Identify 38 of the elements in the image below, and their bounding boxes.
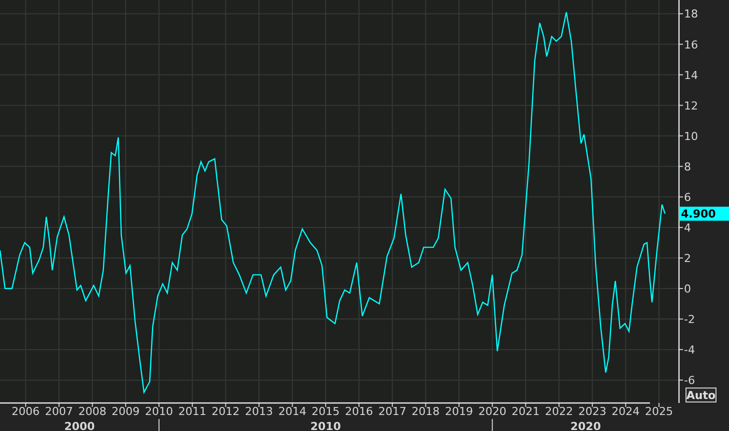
y-axis-label: -6 [684, 374, 695, 388]
x-axis-label: 2015 [312, 405, 340, 418]
x-axis-label: 2023 [578, 405, 606, 418]
y-axis-label: 18 [684, 8, 698, 21]
y-axis-label: 10 [684, 130, 698, 143]
y-axis-label: 4 [684, 221, 691, 234]
y-axis-label: 16 [684, 38, 698, 52]
y-axis-label: -4 [684, 344, 695, 357]
x-axis-label: 2017 [378, 405, 406, 418]
x-axis-label: 2006 [12, 405, 40, 418]
y-axis-label: 2 [684, 252, 691, 265]
x-axis-label: 2018 [412, 405, 440, 418]
y-axis-label: 0 [684, 282, 691, 296]
x-axis-label: 2025 [645, 405, 673, 418]
y-axis-label: 6 [684, 190, 691, 204]
x-axis-label: 2013 [245, 405, 273, 418]
x-axis-label: 2024 [612, 405, 640, 418]
x-axis-label: 2020 [478, 405, 506, 418]
x-axis-label: 2019 [445, 405, 473, 418]
x-axis-label: 2010 [145, 405, 173, 418]
x-axis-label: 2012 [212, 405, 240, 418]
x-axis-label: 2022 [545, 405, 573, 418]
decade-label: 2000 [64, 420, 95, 431]
y-axis-label: -2 [684, 313, 695, 326]
last-value-tag: 4.900 [679, 206, 729, 221]
y-axis-label: 14 [684, 68, 698, 82]
x-axis-label: 2009 [112, 405, 140, 418]
y-axis-label: 8 [684, 160, 691, 174]
auto-scale-button[interactable]: Auto [686, 388, 716, 402]
decade-label: 2010 [310, 420, 341, 431]
x-axis-label: 2008 [78, 405, 106, 418]
decade-label: 2020 [570, 420, 601, 431]
x-axis-label: 2021 [512, 405, 540, 418]
x-axis-label: 2011 [178, 405, 206, 418]
x-axis-label: 2014 [278, 405, 306, 418]
x-axis-label: 2007 [45, 405, 73, 418]
x-axis-label: 2016 [345, 405, 373, 418]
y-axis-label: 12 [684, 99, 698, 112]
